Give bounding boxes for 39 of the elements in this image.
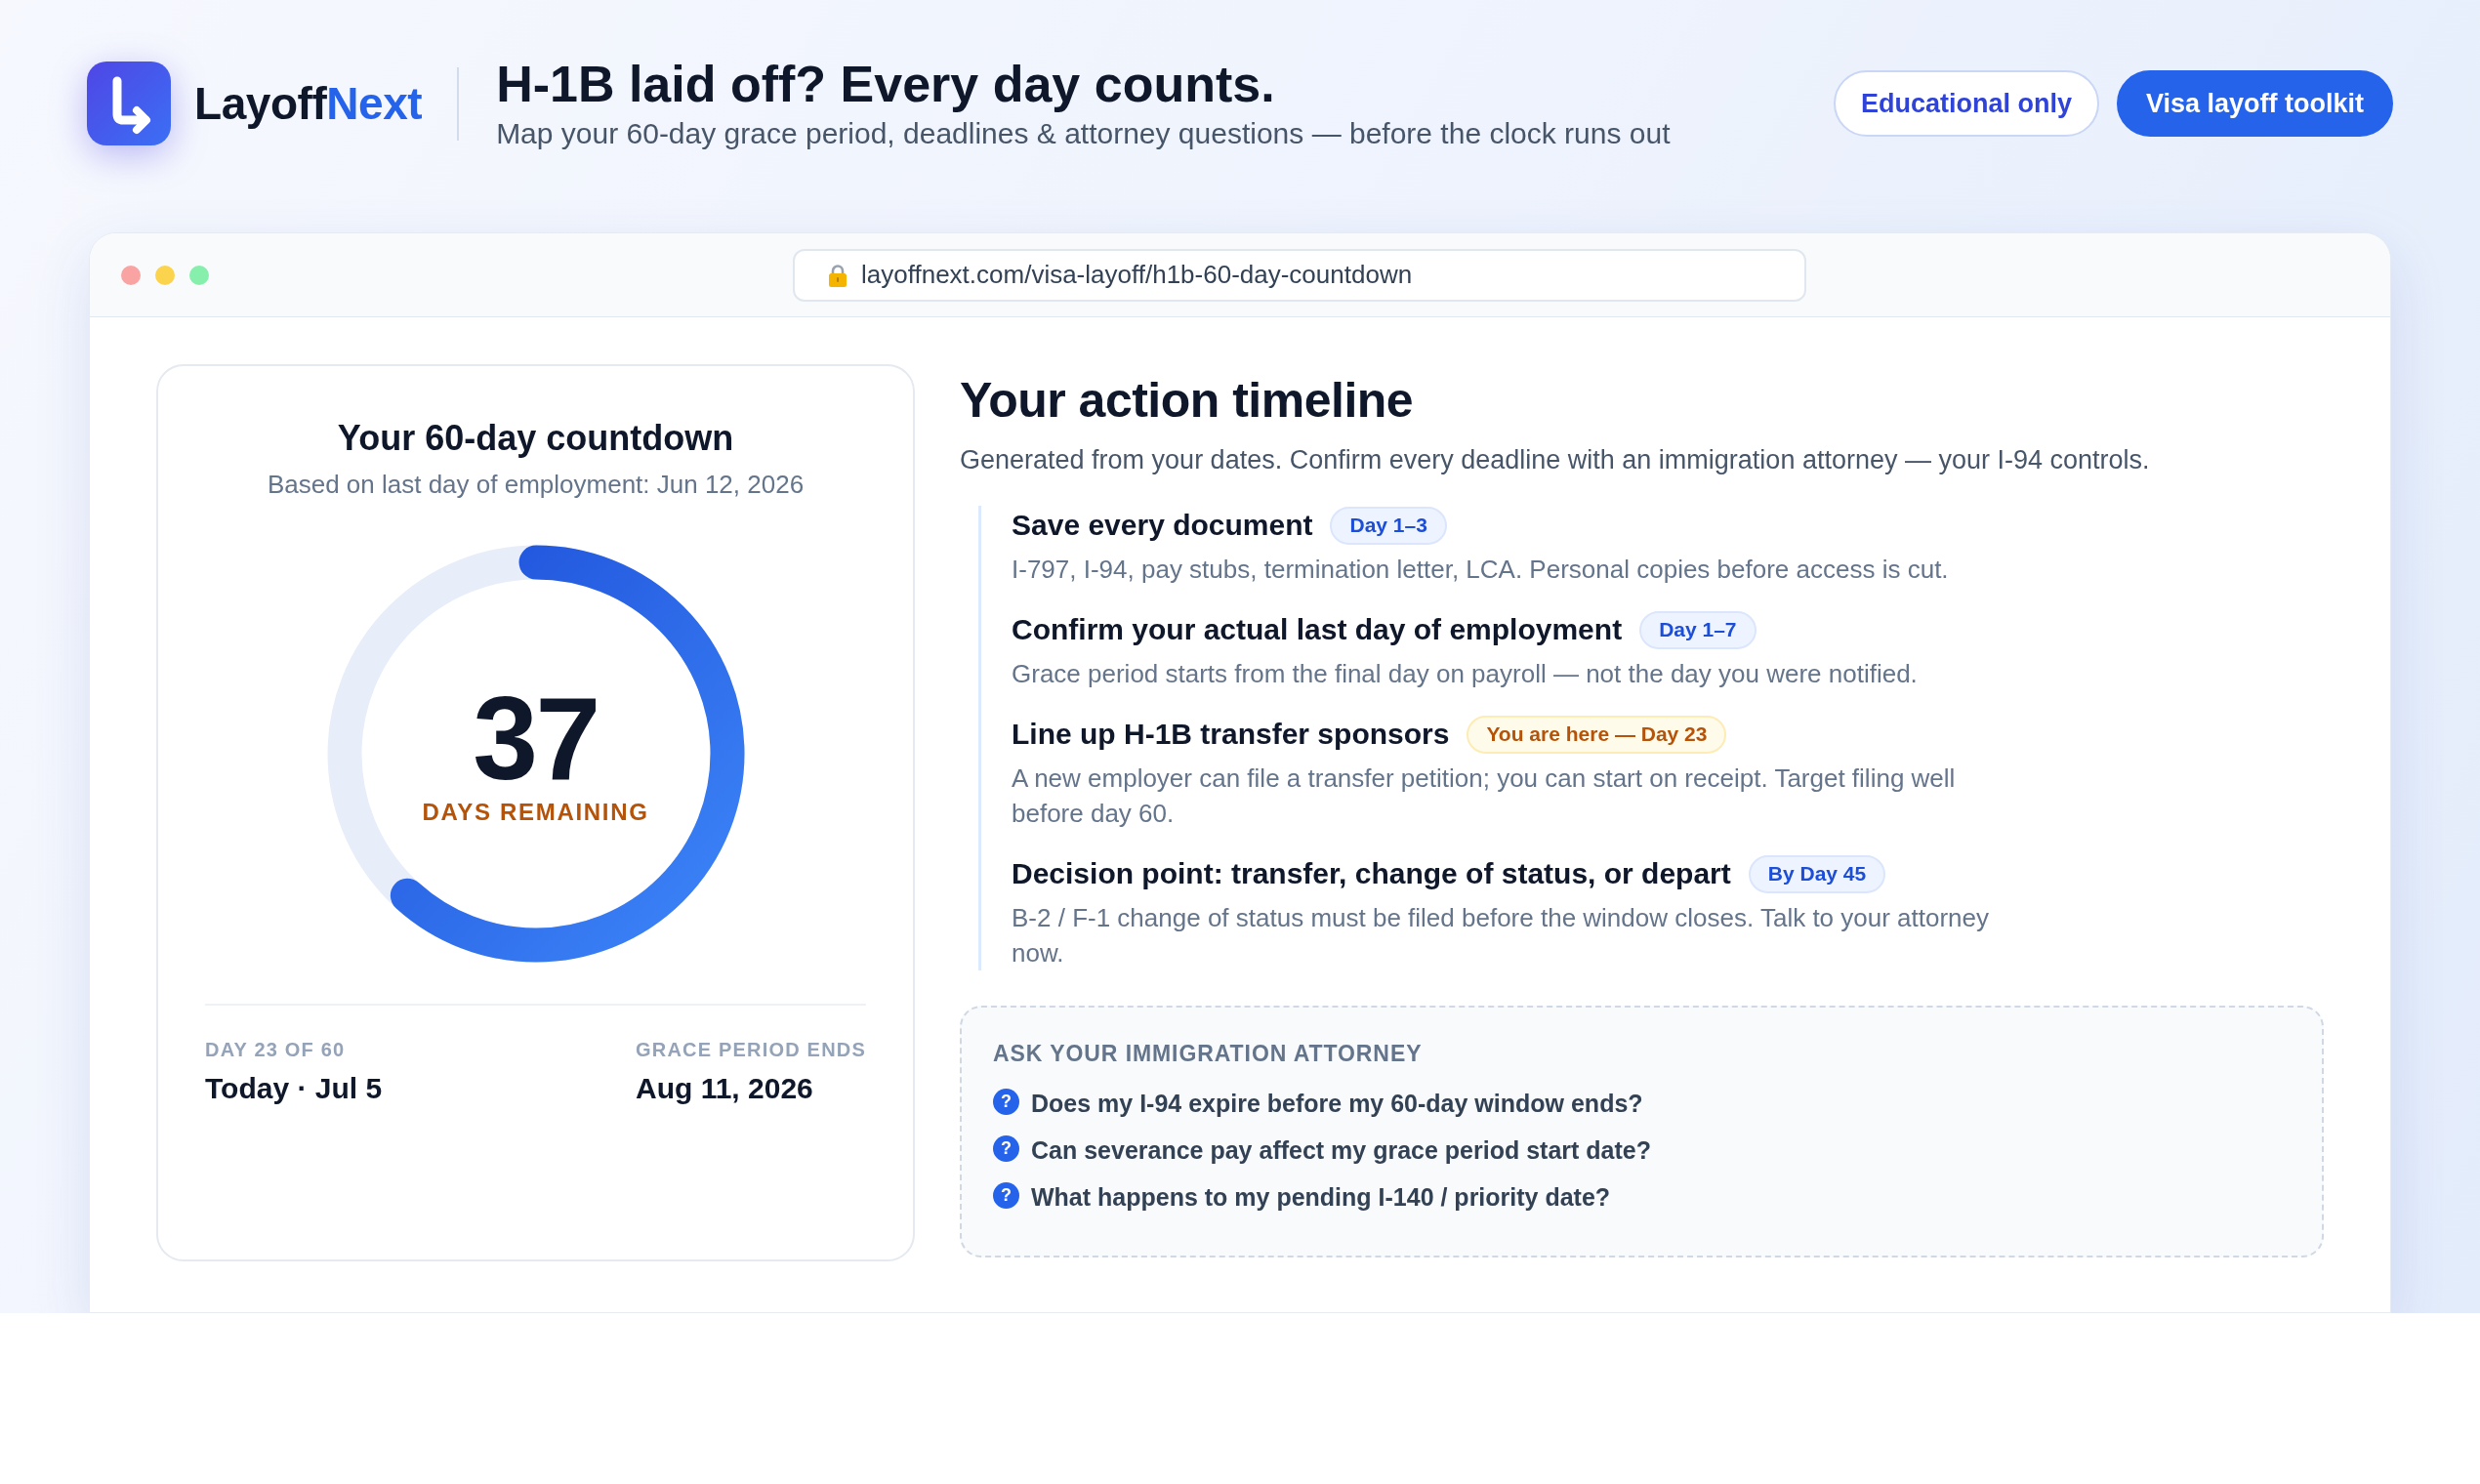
toolkit-button[interactable]: Visa layoff toolkit <box>2116 70 2393 137</box>
step-description: Grace period starts from the final day on payroll — not the day you were notified. <box>1012 658 1919 690</box>
days-label: DAYS REMAINING <box>422 798 649 827</box>
page-subtitle: Map your 60-day grace period, deadlines & attorney questions — before the clock runs out <box>496 115 1671 151</box>
lock-icon <box>828 263 847 287</box>
minimize-control-icon[interactable] <box>155 265 175 285</box>
stat-value: Aug 11, 2026 <box>636 1071 814 1106</box>
step-badge: Day 1–7 <box>1639 610 1757 649</box>
address-bar[interactable]: layoffnext.com/visa-layoff/h1b-60-day-countdown <box>793 248 1806 302</box>
step-title: Decision point: transfer, change of status, or depart <box>1012 856 1731 891</box>
step-title: Save every document <box>1012 508 1313 543</box>
days-count: 37 <box>473 680 599 797</box>
disclaimer-button[interactable]: Educational only <box>1833 70 2099 137</box>
card-subtitle: Based on last day of employment: Jun 12, 2026 <box>267 469 805 500</box>
question-text: What happens to my pending I-140 / priority date? <box>1031 1182 1611 1213</box>
maximize-control-icon[interactable] <box>189 265 209 285</box>
stat-value: Today · Jul 5 <box>205 1071 383 1106</box>
panel-heading: ASK YOUR IMMIGRATION ATTORNEY <box>993 1040 1424 1068</box>
step-description: A new employer can file a transfer petition; you can start on receipt. Target filing well before day 60. <box>1012 763 1957 830</box>
logo-icon[interactable] <box>87 62 171 145</box>
step-badge: Day 1–3 <box>1330 506 1447 545</box>
step-description: I-797, I-94, pay stubs, termination letter, LCA. Personal copies before access is cut. <box>1012 554 1950 586</box>
step-title: Confirm your actual last day of employment <box>1012 612 1623 647</box>
section-subtitle: Generated from your dates. Confirm every deadline with an immigration attorney — your I-94 controls. <box>960 444 2151 476</box>
page-title: H-1B laid off? Every day counts. <box>496 56 1276 114</box>
stat-label: GRACE PERIOD ENDS <box>636 1038 866 1062</box>
question-text: Does my I-94 expire before my 60-day window ends? <box>1031 1089 1643 1119</box>
step-description: B-2 / F-1 change of status must be filed before the window closes. Talk to your attorney now. <box>1012 902 1991 969</box>
step-badge: By Day 45 <box>1748 854 1886 893</box>
close-control-icon[interactable] <box>121 265 141 285</box>
card-title: Your 60-day countdown <box>337 417 734 459</box>
section-title: Your action timeline <box>960 374 1415 428</box>
question-text: Can severance pay affect my grace period start date? <box>1031 1135 1651 1166</box>
help-icon: ? <box>993 1088 1019 1115</box>
step-title: Line up H-1B transfer sponsors <box>1012 717 1450 752</box>
help-icon: ? <box>993 1181 1019 1209</box>
step-badge: You are here — Day 23 <box>1467 715 1727 754</box>
stat-label: DAY 23 OF 60 <box>205 1038 347 1062</box>
help-icon: ? <box>993 1134 1019 1162</box>
